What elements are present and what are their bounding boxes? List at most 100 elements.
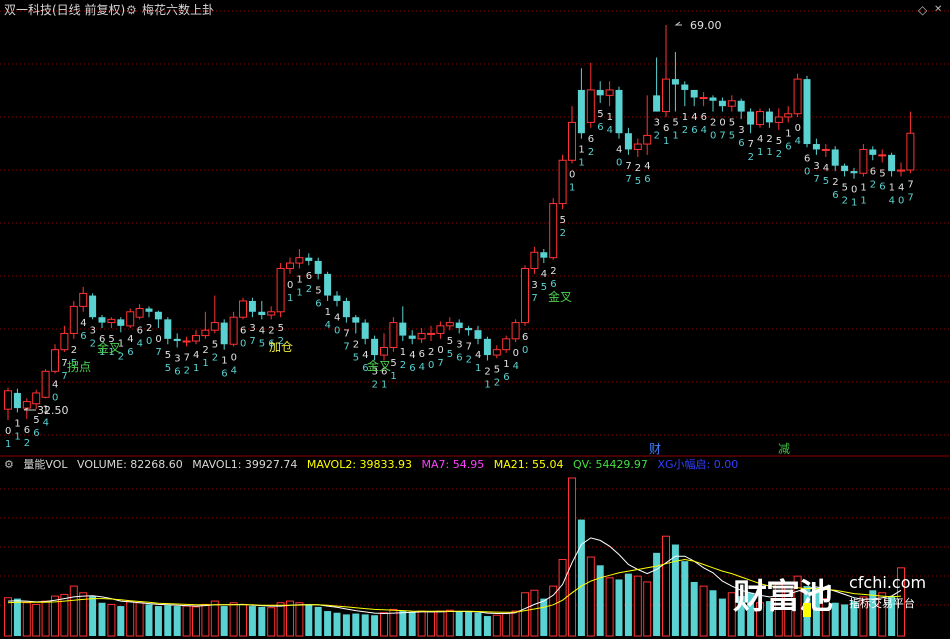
volume-bar: [305, 604, 313, 636]
candle: [126, 308, 135, 329]
candle: [483, 336, 491, 361]
candle: [511, 319, 520, 343]
candle: [324, 271, 332, 301]
volume-bar: [248, 606, 256, 636]
candle: [445, 317, 454, 331]
digit-upper: 4: [644, 161, 650, 172]
digit-upper: 7: [343, 329, 349, 340]
digit-upper: 4: [757, 134, 763, 145]
candle: [13, 388, 21, 413]
digit-upper: 1: [785, 128, 791, 139]
candle: [248, 297, 256, 318]
digit-upper: 7: [625, 161, 631, 172]
digit-upper: 0: [851, 185, 857, 196]
digit-upper: 3: [174, 353, 180, 364]
candle: [305, 253, 313, 266]
candle: [107, 317, 116, 329]
volume-bar: [596, 565, 604, 636]
volume-bar: [22, 602, 31, 637]
volume-bar: [455, 611, 463, 636]
volume-bar: [4, 597, 12, 637]
digit-lower: 0: [334, 325, 340, 336]
candle: [690, 89, 698, 107]
candle: [821, 144, 830, 158]
digit-upper: 5: [447, 336, 453, 347]
candle: [653, 57, 661, 112]
digit-lower: 2: [466, 355, 472, 366]
digit-lower: 7: [155, 347, 161, 358]
digit-upper: 2: [635, 163, 641, 174]
candle: [671, 52, 679, 112]
volume-bar: [13, 598, 21, 636]
candle: [98, 315, 106, 329]
digit-upper: 4: [193, 350, 199, 361]
digit-upper: 5: [278, 323, 284, 334]
candle: [605, 81, 614, 107]
candle: [633, 138, 642, 158]
digit-lower: 7: [249, 336, 255, 347]
volume-bar: [89, 596, 97, 636]
high-price-label: 69.00: [674, 19, 722, 32]
digit-lower: 5: [259, 338, 265, 349]
volume-bar: [371, 615, 379, 636]
digit-upper: 3: [738, 125, 744, 136]
digit-lower: 2: [588, 147, 594, 158]
candle: [831, 146, 839, 172]
volume-bar: [380, 612, 388, 637]
candle: [841, 163, 849, 177]
volume-bar: [427, 611, 435, 637]
candle: [558, 154, 567, 209]
volume-bar: [126, 600, 135, 637]
volume-bar: [164, 605, 172, 636]
volume-bar: [577, 519, 585, 636]
volume-bar: [107, 603, 116, 637]
digit-lower: 6: [785, 141, 791, 152]
digit-lower: 6: [832, 190, 838, 201]
digit-lower: 6: [691, 125, 697, 136]
candle: [747, 108, 755, 134]
volume-bar: [295, 602, 304, 637]
digit-upper: 2: [766, 134, 772, 145]
candlestick-chart[interactable]: 011162561440772546 32 615112466420 07 553672…: [0, 0, 950, 639]
digit-lower: 1: [193, 363, 199, 374]
candle: [803, 75, 811, 148]
candle: [699, 92, 708, 107]
digit-lower: 2: [842, 196, 848, 207]
volume-bar: [690, 581, 698, 636]
digit-lower: 2: [372, 379, 378, 390]
digit-lower: 2: [870, 179, 876, 190]
digit-upper: 2: [428, 347, 434, 358]
candle: [850, 167, 858, 179]
digit-lower: 1: [475, 363, 481, 374]
volume-bar: [276, 602, 285, 637]
digit-lower: 4: [137, 338, 143, 349]
digit-lower: 0: [616, 158, 622, 169]
volume-bar: [633, 575, 642, 637]
digit-lower: 6: [409, 363, 415, 374]
digit-lower: 1: [663, 136, 669, 147]
digit-lower: 2: [748, 152, 754, 163]
digit-lower: 6: [879, 181, 885, 192]
digit-upper: 6: [701, 112, 707, 123]
digit-upper: 5: [597, 109, 603, 120]
volume-bar: [267, 607, 276, 637]
digit-upper: 1: [325, 307, 331, 318]
volume-bar: [540, 598, 548, 636]
digit-upper: 2: [353, 339, 359, 350]
digit-upper: 1: [221, 356, 227, 367]
candle: [276, 263, 285, 318]
volume-bar: [399, 611, 407, 636]
volume-bar: [492, 614, 501, 637]
digit-lower: 5: [353, 352, 359, 363]
candle: [709, 95, 717, 112]
digit-lower: 7: [531, 293, 537, 304]
candle: [502, 335, 511, 353]
volume-bar: [98, 602, 106, 636]
digit-lower: 2: [306, 284, 312, 295]
digit-upper: 2: [71, 345, 77, 356]
digit-upper: 1: [889, 183, 895, 194]
volume-bar: [483, 616, 491, 636]
volume-bar: [182, 605, 191, 637]
volume-bar: [192, 606, 200, 637]
candle: [596, 81, 604, 103]
